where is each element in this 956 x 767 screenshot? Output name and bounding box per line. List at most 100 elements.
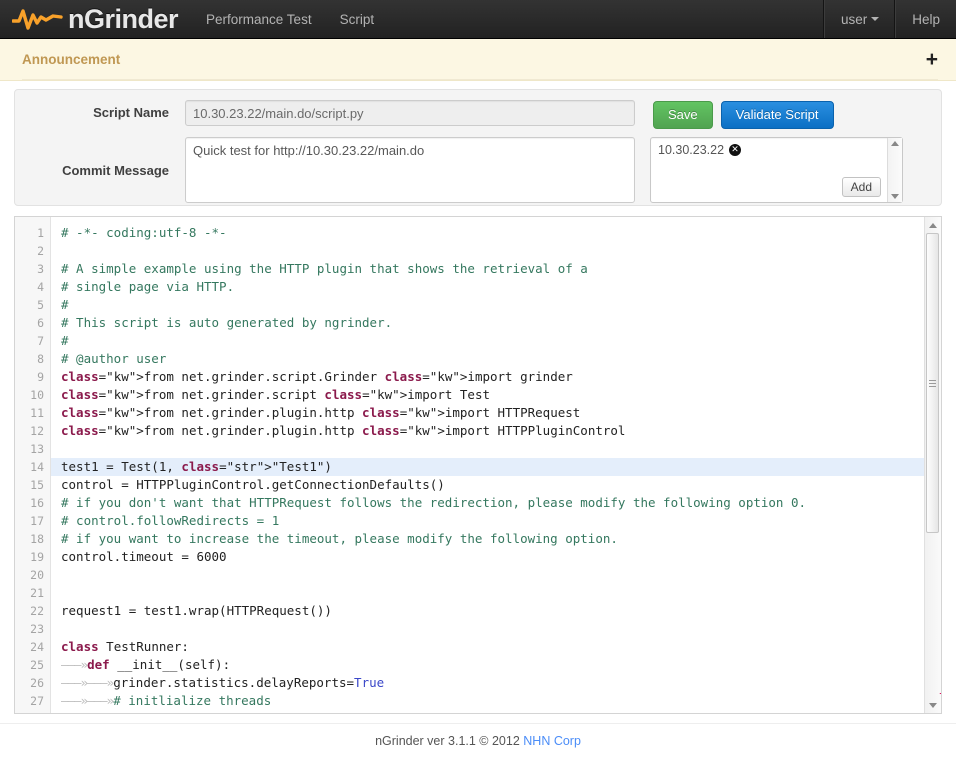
line-number: 2 — [15, 242, 50, 260]
validate-script-button[interactable]: Validate Script — [721, 101, 834, 129]
code-line[interactable]: ———»———»# initlialize threads — [61, 692, 924, 710]
primary-nav: Performance Test Script — [192, 0, 388, 38]
script-name-label: Script Name — [27, 100, 185, 120]
commit-message-row: Commit Message Quick test for http://10.… — [27, 137, 929, 203]
announcement-bar: Announcement + — [0, 39, 956, 81]
code-line[interactable]: control = HTTPPluginControl.getConnectio… — [61, 476, 924, 494]
footer-version-text: nGrinder ver 3.1.1 © 2012 — [375, 734, 523, 748]
script-name-input[interactable] — [185, 100, 635, 126]
remove-circle-icon[interactable]: ✕ — [729, 144, 741, 156]
indent-guide: ———» — [61, 693, 87, 708]
line-number: 7 — [15, 332, 50, 350]
plus-icon[interactable]: + — [926, 49, 938, 70]
line-number: 1 — [15, 224, 50, 242]
page-footer: nGrinder ver 3.1.1 © 2012 NHN Corp — [0, 723, 956, 748]
code-area[interactable]: # -*- coding:utf-8 -*- # A simple exampl… — [51, 217, 924, 713]
code-line[interactable] — [61, 584, 924, 602]
line-number: 6 — [15, 314, 50, 332]
scrollbar-thumb[interactable] — [926, 233, 939, 533]
code-line[interactable]: test1 = Test(1, class="str">"Test1") — [51, 458, 924, 476]
footer-company-link[interactable]: NHN Corp — [523, 734, 581, 748]
code-line[interactable]: # -*- coding:utf-8 -*- — [61, 224, 924, 242]
code-line[interactable]: # @author user — [61, 350, 924, 368]
scroll-up-icon[interactable] — [891, 141, 899, 146]
overflow-text: T — [939, 690, 942, 705]
commit-message-label: Commit Message — [27, 137, 185, 178]
code-line[interactable]: # control.followRedirects = 1 — [61, 512, 924, 530]
line-number: 19 — [15, 548, 50, 566]
line-number: 24 — [15, 638, 50, 656]
line-number: 12 — [15, 422, 50, 440]
code-line[interactable]: # A simple example using the HTTP plugin… — [61, 260, 924, 278]
user-menu[interactable]: user — [824, 0, 895, 38]
announcement-title: Announcement — [22, 52, 120, 67]
code-line[interactable] — [61, 242, 924, 260]
code-line[interactable] — [61, 440, 924, 458]
indent-guide: ———» — [87, 693, 113, 708]
line-number: 23 — [15, 620, 50, 638]
form-actions: Save Validate Script — [653, 100, 834, 129]
line-number: 4 — [15, 278, 50, 296]
line-number: 8 — [15, 350, 50, 368]
line-number: 27 — [15, 692, 50, 710]
line-number: 26 — [15, 674, 50, 692]
line-number: 14 — [15, 458, 50, 476]
code-line[interactable]: class TestRunner: — [61, 638, 924, 656]
user-menu-label: user — [841, 12, 867, 27]
host-list: 10.30.23.22 ✕ Add — [651, 138, 887, 202]
help-link[interactable]: Help — [895, 0, 956, 38]
nav-item-script[interactable]: Script — [326, 0, 389, 38]
code-line[interactable]: class="kw">from net.grinder.plugin.http … — [61, 422, 924, 440]
code-line[interactable]: # — [61, 332, 924, 350]
code-editor[interactable]: 1234567891011121314151617181920212223242… — [14, 216, 942, 714]
code-line[interactable]: ———»———»grinder.statistics.delayReports=… — [61, 674, 924, 692]
scroll-up-icon[interactable] — [925, 217, 941, 233]
host-list-scrollbar[interactable] — [887, 138, 902, 202]
brand-logo[interactable]: nGrinder — [0, 0, 192, 38]
code-line[interactable]: # if you don't want that HTTPRequest fol… — [61, 494, 924, 512]
code-line[interactable] — [61, 566, 924, 584]
line-number: 15 — [15, 476, 50, 494]
code-line[interactable] — [61, 620, 924, 638]
code-line[interactable]: class="kw">from net.grinder.plugin.http … — [61, 404, 924, 422]
code-line[interactable]: class="kw">from net.grinder.script class… — [61, 386, 924, 404]
line-number: 11 — [15, 404, 50, 422]
scroll-down-icon[interactable] — [891, 194, 899, 199]
script-name-row: Script Name Save Validate Script — [27, 100, 929, 129]
editor-scrollbar[interactable] — [924, 217, 941, 713]
code-line[interactable]: # — [61, 296, 924, 314]
line-number-gutter: 1234567891011121314151617181920212223242… — [15, 217, 51, 713]
chevron-down-icon — [871, 17, 879, 21]
host-list-panel: 10.30.23.22 ✕ Add — [650, 137, 903, 203]
code-line[interactable]: ———»def __init__(self): — [61, 656, 924, 674]
indent-guide: ———» — [61, 675, 87, 690]
line-number: 13 — [15, 440, 50, 458]
commit-message-input[interactable]: Quick test for http://10.30.23.22/main.d… — [185, 137, 635, 203]
line-number: 3 — [15, 260, 50, 278]
code-line[interactable]: control.timeout = 6000 — [61, 548, 924, 566]
line-number: 16 — [15, 494, 50, 512]
code-line[interactable]: request1 = test1.wrap(HTTPRequest()) — [61, 602, 924, 620]
indent-guide: ———» — [61, 657, 87, 672]
secondary-nav: user Help — [824, 0, 956, 38]
indent-guide: ———» — [87, 675, 113, 690]
host-value: 10.30.23.22 — [658, 143, 724, 157]
add-host-button[interactable]: Add — [842, 177, 881, 197]
line-number: 21 — [15, 584, 50, 602]
host-list-item: 10.30.23.22 ✕ — [658, 143, 880, 157]
line-number: 5 — [15, 296, 50, 314]
script-meta-form: Script Name Save Validate Script Commit … — [14, 89, 942, 206]
code-line[interactable]: # if you want to increase the timeout, p… — [61, 530, 924, 548]
save-button[interactable]: Save — [653, 101, 713, 129]
nav-item-performance-test[interactable]: Performance Test — [192, 0, 326, 38]
line-number: 9 — [15, 368, 50, 386]
line-number: 20 — [15, 566, 50, 584]
line-number: 10 — [15, 386, 50, 404]
brand-name: nGrinder — [68, 6, 178, 33]
code-line[interactable]: # This script is auto generated by ngrin… — [61, 314, 924, 332]
line-number: 22 — [15, 602, 50, 620]
line-number: 17 — [15, 512, 50, 530]
code-line[interactable]: class="kw">from net.grinder.script.Grind… — [61, 368, 924, 386]
code-line[interactable]: # single page via HTTP. — [61, 278, 924, 296]
scrollbar-track[interactable] — [925, 233, 941, 697]
